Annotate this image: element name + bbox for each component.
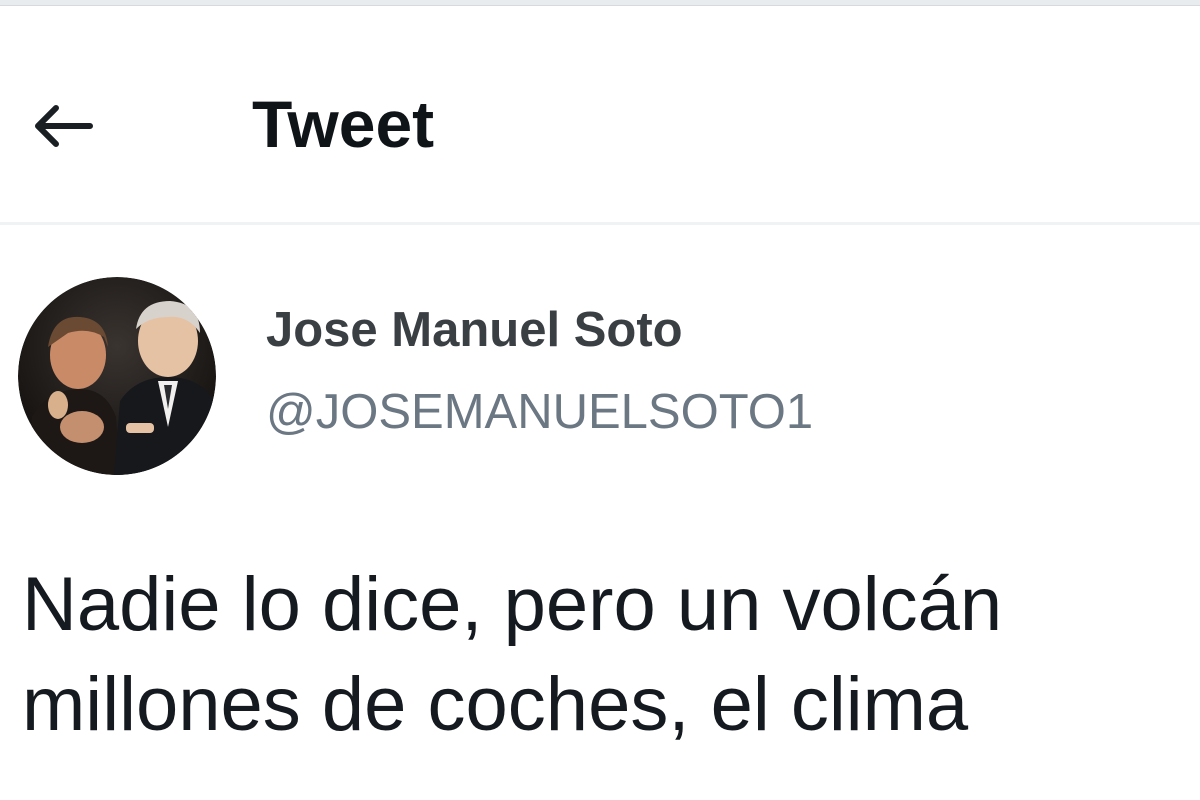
arrow-left-icon [35,105,93,147]
back-button[interactable] [18,88,106,164]
profile-photo [18,277,216,475]
tweet-article: Jose Manuel Soto @JOSEMANUELSOTO1 Nadie … [0,225,1200,800]
author-display-name[interactable]: Jose Manuel Soto [266,301,683,359]
page-title: Tweet [252,87,435,161]
tweet-text-line: millones de coches, el clima [22,662,969,747]
tweet-text: Nadie lo dice, pero un volcán millones d… [22,555,1200,755]
header-bar: Tweet [0,6,1200,225]
avatar[interactable] [18,277,216,475]
author-handle[interactable]: @JOSEMANUELSOTO1 [266,383,813,441]
tweet-text-line: Nadie lo dice, pero un volcán [22,562,1003,647]
